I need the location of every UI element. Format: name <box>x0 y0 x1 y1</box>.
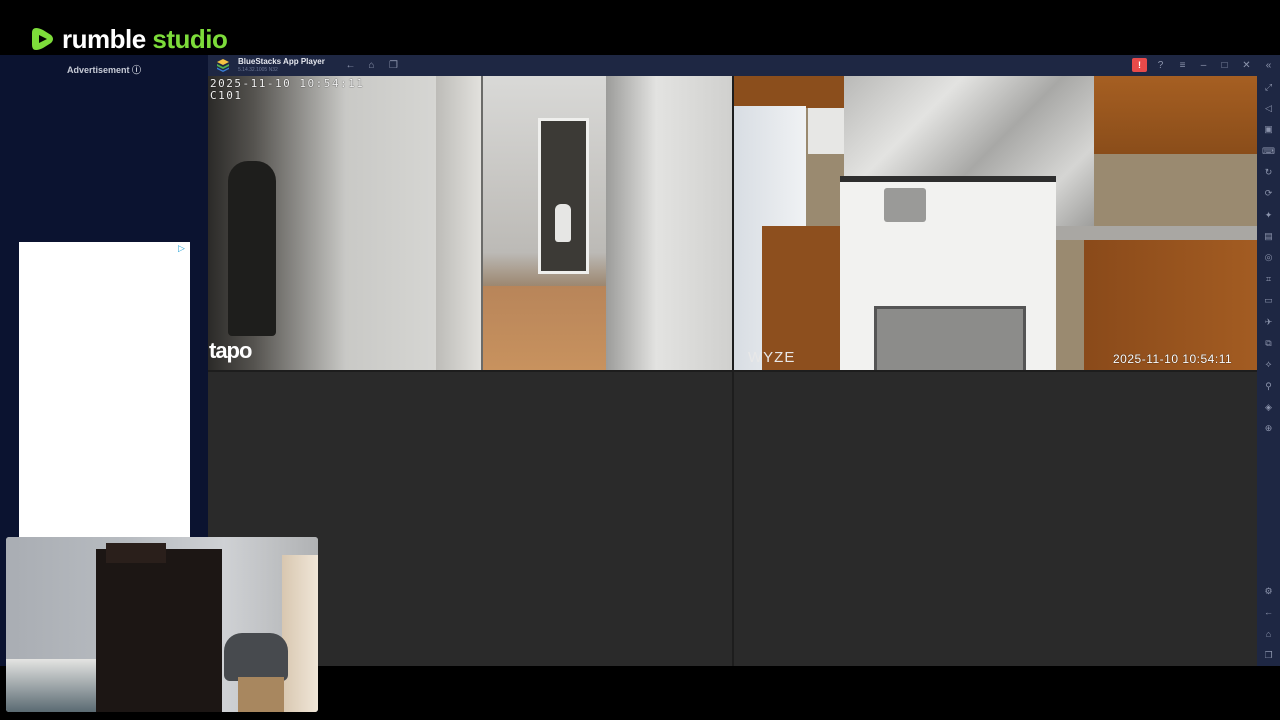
feed-bathroom-door <box>538 118 589 274</box>
bluestacks-version: 5.14.32.1005 N32 <box>238 67 278 73</box>
recent-apps-icon[interactable]: ❐ <box>387 59 400 72</box>
camera-icon[interactable]: ◎ <box>1262 251 1275 264</box>
menu-icon[interactable]: ≡ <box>1176 59 1189 72</box>
brand-name: rumble <box>62 23 146 54</box>
home-nav-icon[interactable]: ⌂ <box>1262 628 1275 641</box>
bluestacks-logo-icon <box>217 59 229 72</box>
camera-timestamp: 2025-11-10 10:54:11 C101 <box>210 78 364 102</box>
capture-icon[interactable]: ⌗ <box>1262 273 1275 286</box>
advertisement-label: Advertisement ⓘ <box>66 65 142 75</box>
minimize-icon[interactable]: – <box>1197 59 1210 72</box>
feed-oven-window <box>874 306 1026 370</box>
screenshot-icon[interactable]: ▤ <box>1262 230 1275 243</box>
camera-timestamp: 2025-11-10 10:54:11 <box>1113 352 1233 366</box>
adchoices-icon[interactable]: ▷ <box>178 244 187 253</box>
rumble-play-icon <box>32 28 53 50</box>
camera-feed-kitchen[interactable] <box>734 76 1257 370</box>
feed-microwave <box>808 108 844 154</box>
home-icon[interactable]: ⌂ <box>365 59 378 72</box>
feed-counter <box>1056 226 1257 240</box>
layers-icon[interactable]: ◈ <box>1262 401 1275 414</box>
eco-mode-icon[interactable]: ⟡ <box>1262 358 1275 371</box>
camera-brand-watermark: WYZE <box>748 349 796 366</box>
webcam-shelf-top <box>106 543 166 563</box>
collapse-sidebar-icon[interactable]: « <box>1262 59 1275 72</box>
game-controls-icon[interactable]: ✦ <box>1262 209 1275 222</box>
airplane-icon[interactable]: ✈ <box>1262 316 1275 329</box>
alert-icon[interactable]: ! <box>1132 58 1147 72</box>
back-nav-icon[interactable]: ← <box>1262 606 1275 619</box>
bluestacks-sidebar <box>1257 76 1280 666</box>
webcam-shelf <box>96 549 222 712</box>
channel-id: C101 <box>210 89 243 102</box>
rumble-studio-logo: rumble studio <box>30 23 228 55</box>
webcam-hamper <box>238 677 284 712</box>
webcam-door <box>282 555 318 712</box>
camera-feed-hallway[interactable] <box>208 76 732 370</box>
close-icon[interactable]: ✕ <box>1240 59 1253 72</box>
bluestacks-title: BlueStacks App Player <box>238 57 325 66</box>
feed-cabinet <box>734 76 844 108</box>
recents-nav-icon[interactable]: ❐ <box>1262 649 1275 662</box>
fullscreen-icon[interactable]: ⤢ <box>1262 81 1275 94</box>
settings-icon[interactable]: ⚙ <box>1262 585 1275 598</box>
webcam-chair <box>224 633 288 681</box>
feed-coat <box>228 161 276 336</box>
sync-icon[interactable]: ⟳ <box>1262 187 1275 200</box>
feed-floor <box>483 286 613 370</box>
feed-cabinet-right <box>1094 76 1257 154</box>
help-icon[interactable]: ? <box>1154 59 1167 72</box>
feed-toilet <box>555 204 571 242</box>
keyboard-icon[interactable]: ⌨ <box>1262 145 1275 158</box>
location-icon[interactable]: ⚲ <box>1262 380 1275 393</box>
webcam-bed <box>6 659 96 712</box>
rotate-icon[interactable]: ↻ <box>1262 166 1275 179</box>
maximize-icon[interactable]: □ <box>1218 59 1231 72</box>
webcam-overlay <box>6 537 318 712</box>
camera-brand-watermark: tapo <box>209 338 252 363</box>
brand-suffix: studio <box>152 23 228 54</box>
feed-pot <box>884 188 926 222</box>
ad-slot[interactable]: ▷ <box>19 242 190 538</box>
folder-icon[interactable]: ▭ <box>1262 294 1275 307</box>
brand-wordmark: rumble studio <box>62 23 228 55</box>
grid-divider <box>208 370 1257 372</box>
macro-icon[interactable]: ⊕ <box>1262 422 1275 435</box>
media-icon[interactable]: ▣ <box>1262 123 1275 136</box>
back-icon[interactable]: ← <box>344 59 357 72</box>
feed-wall-right <box>606 76 732 370</box>
feed-door <box>436 76 481 370</box>
volume-icon[interactable]: ◁ <box>1262 102 1275 115</box>
multi-instance-icon[interactable]: ⧉ <box>1262 337 1275 350</box>
feed-lower-cabinet-right <box>1084 240 1257 370</box>
